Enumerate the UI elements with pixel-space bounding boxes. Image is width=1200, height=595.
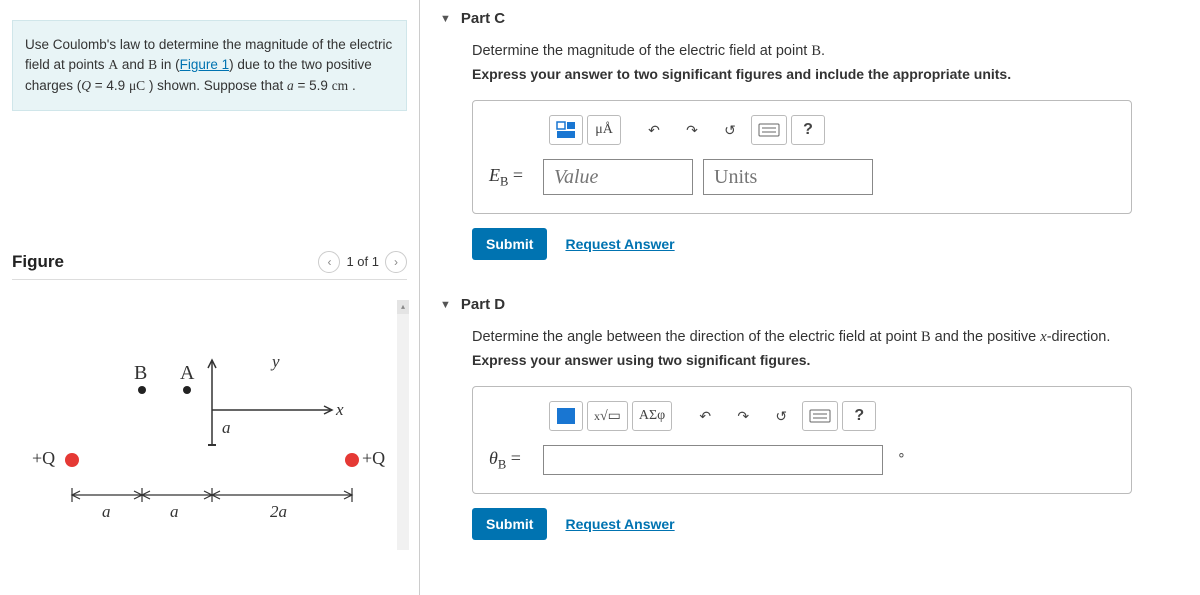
redo-icon[interactable]: ↷: [726, 401, 760, 431]
request-answer-link[interactable]: Request Answer: [565, 236, 674, 252]
part-d-title: Part D: [461, 296, 505, 313]
label-a: A: [180, 362, 194, 385]
caret-down-icon: ▼: [440, 13, 451, 25]
units-tool-button[interactable]: μÅ: [587, 115, 621, 145]
value-input[interactable]: [543, 159, 693, 195]
label-plusq-left: +Q: [32, 448, 55, 469]
problem-statement: Use Coulomb's law to determine the magni…: [12, 20, 407, 111]
sqrt-icon[interactable]: x√▭: [587, 401, 628, 431]
figure-scroll-up[interactable]: ▴: [397, 300, 409, 314]
greek-tool-button[interactable]: ΑΣφ: [632, 401, 672, 431]
theta-b-label: θB =: [489, 448, 533, 473]
part-c-header[interactable]: ▼ Part C: [440, 4, 1190, 33]
submit-button[interactable]: Submit: [472, 228, 547, 260]
help-button[interactable]: ?: [842, 401, 876, 431]
figure-next-button[interactable]: ›: [385, 251, 407, 273]
units-input[interactable]: [703, 159, 873, 195]
label-y: y: [272, 352, 280, 372]
figure-pager: ‹ 1 of 1 ›: [318, 251, 407, 273]
part-c-instruction: Express your answer to two significant f…: [472, 66, 1190, 82]
label-plusq-right: +Q: [362, 448, 385, 469]
degree-unit: ∘: [897, 446, 906, 463]
figure-link[interactable]: Figure 1: [180, 57, 230, 72]
caret-down-icon: ▼: [440, 299, 451, 311]
keyboard-icon[interactable]: [802, 401, 838, 431]
part-c-title: Part C: [461, 10, 505, 27]
templates-icon[interactable]: [549, 401, 583, 431]
redo-icon[interactable]: ↷: [675, 115, 709, 145]
part-d-instruction: Express your answer using two significan…: [472, 352, 1190, 368]
reset-icon[interactable]: ↺: [764, 401, 798, 431]
label-a-mid: a: [222, 418, 231, 438]
keyboard-icon[interactable]: [751, 115, 787, 145]
part-d-header[interactable]: ▼ Part D: [440, 290, 1190, 319]
undo-icon[interactable]: ↶: [688, 401, 722, 431]
part-d-answer-box: x√▭ ΑΣφ ↶ ↷ ↺ ? θB = ∘: [472, 386, 1132, 494]
figure-page-indicator: 1 of 1: [346, 254, 379, 269]
eb-label: EB =: [489, 165, 533, 190]
part-d-prompt: Determine the angle between the directio…: [472, 329, 1190, 346]
request-answer-link[interactable]: Request Answer: [565, 516, 674, 532]
templates-icon[interactable]: [549, 115, 583, 145]
label-b: B: [134, 362, 147, 385]
dim-a1: a: [102, 502, 111, 522]
figure-diagram: ▴: [12, 300, 407, 550]
theta-input[interactable]: [543, 445, 883, 475]
help-button[interactable]: ?: [791, 115, 825, 145]
part-c-prompt: Determine the magnitude of the electric …: [472, 43, 1190, 60]
figure-prev-button[interactable]: ‹: [318, 251, 340, 273]
label-x: x: [336, 400, 344, 420]
submit-button[interactable]: Submit: [472, 508, 547, 540]
undo-icon[interactable]: ↶: [637, 115, 671, 145]
point-a-ref: A: [108, 57, 118, 72]
part-c-answer-box: μÅ ↶ ↷ ↺ ? EB =: [472, 100, 1132, 214]
dim-2a: 2a: [270, 502, 287, 522]
figure-title: Figure: [12, 252, 64, 272]
diagram-svg: [12, 300, 392, 545]
dim-a2: a: [170, 502, 179, 522]
point-b-ref: B: [148, 57, 157, 72]
figure-scrollbar[interactable]: [397, 300, 409, 550]
reset-icon[interactable]: ↺: [713, 115, 747, 145]
